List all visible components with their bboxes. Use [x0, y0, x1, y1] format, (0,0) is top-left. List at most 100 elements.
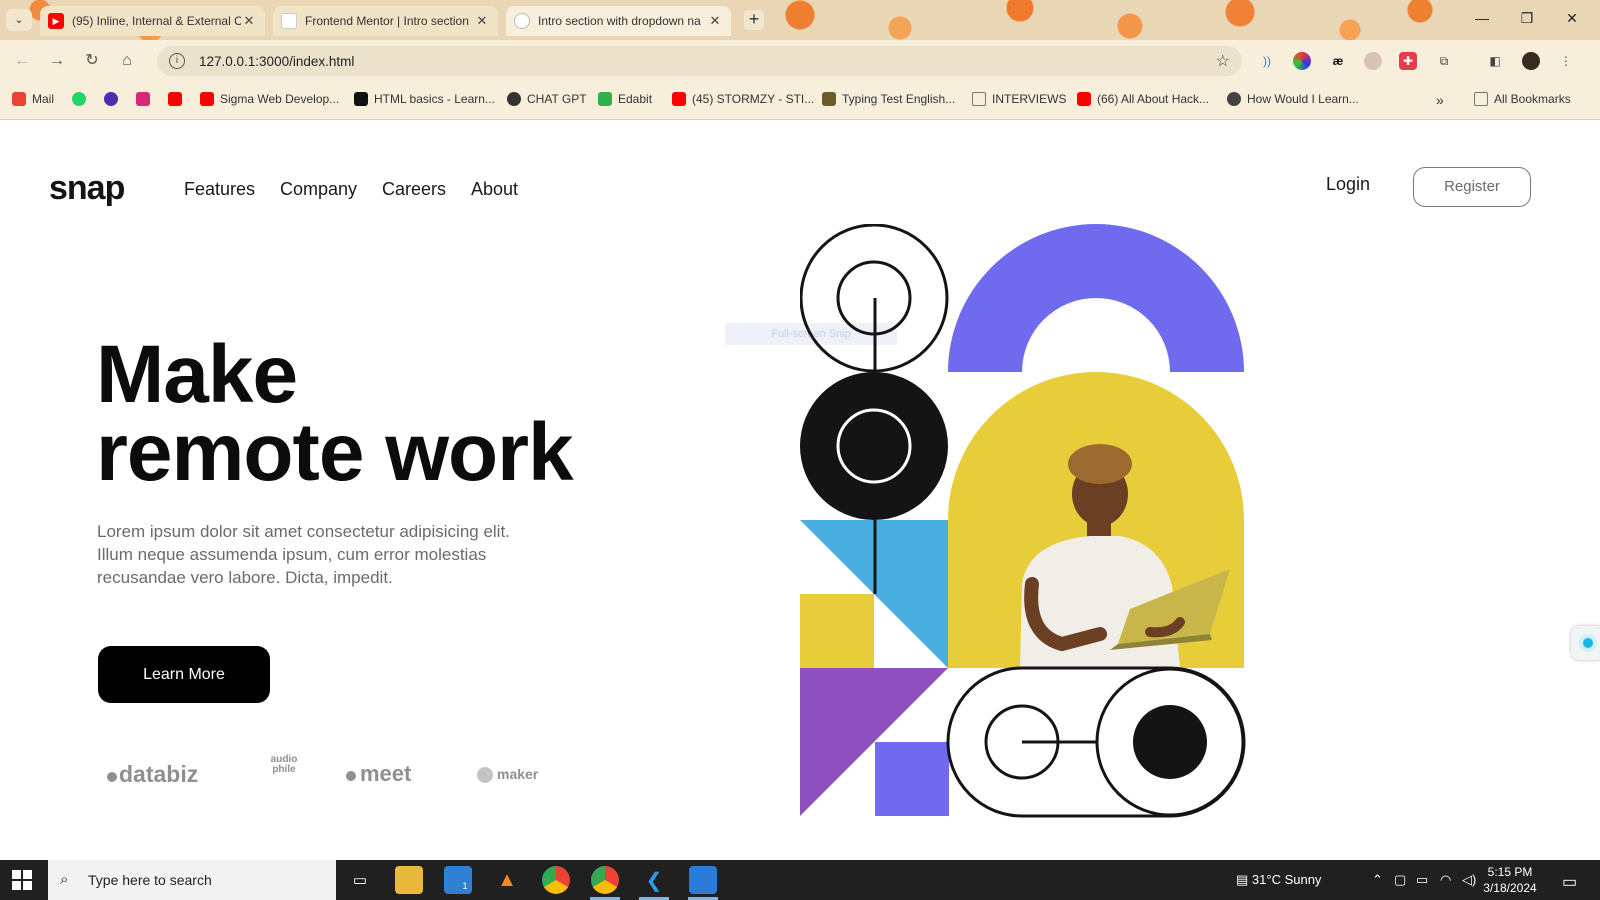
vlc-icon[interactable]: ▲ [493, 866, 521, 894]
bookmark-chatgpt[interactable]: CHAT GPT [507, 92, 587, 106]
ae-extension-icon[interactable]: æ [1329, 52, 1347, 70]
folder-icon [1474, 92, 1488, 106]
bookmark-hack[interactable]: (66) All About Hack... [1077, 92, 1209, 106]
hero-title-line: remote work [96, 407, 574, 498]
minimize-button[interactable]: — [1467, 10, 1497, 26]
home-icon[interactable]: ⌂ [117, 51, 137, 71]
bookmark-html-basics[interactable]: HTML basics - Learn... [354, 92, 495, 106]
bookmark-calendar[interactable] [104, 92, 124, 106]
youtube-icon [168, 92, 182, 106]
learn-more-button[interactable]: Learn More [98, 646, 270, 703]
address-bar[interactable]: i 127.0.0.1:3000/index.html ☆ [157, 46, 1242, 76]
floating-assistant-icon[interactable] [1571, 626, 1600, 660]
close-icon[interactable]: ✕ [707, 13, 723, 29]
bookmark-star-icon[interactable]: ☆ [1216, 51, 1230, 71]
yellow-square-shape [800, 594, 874, 668]
tab-search-button[interactable]: ⌄ [6, 9, 32, 31]
clock-time: 5:15 PM [1487, 865, 1533, 879]
restore-button[interactable]: ❐ [1512, 10, 1542, 27]
tab-title: Intro section with dropdown na [538, 14, 701, 28]
new-tab-button[interactable]: + [744, 10, 764, 30]
system-clock[interactable]: 5:15 PM 3/18/2024 [1475, 864, 1545, 896]
bookmark-label: Edabit [618, 92, 653, 106]
bookmark-typing-test[interactable]: Typing Test English... [822, 92, 955, 106]
hero-illustration [800, 224, 1246, 818]
tab-frontend-mentor[interactable]: Frontend Mentor | Intro section ✕ [273, 6, 498, 36]
site-info-icon[interactable]: i [169, 53, 185, 69]
maker-logo: maker [477, 766, 539, 784]
bookmark-sigma[interactable]: Sigma Web Develop... [200, 92, 339, 106]
close-icon[interactable]: ✕ [474, 13, 490, 29]
wifi-icon[interactable]: ◠ [1440, 872, 1451, 888]
nav-features[interactable]: Features [184, 179, 255, 200]
brand-name: maker [497, 766, 539, 782]
bookmark-edabit[interactable]: Edabit [598, 92, 652, 106]
vscode-icon[interactable]: ❮ [640, 866, 668, 894]
battery-icon[interactable]: ▭ [1416, 872, 1428, 888]
back-icon[interactable]: ← [12, 51, 32, 71]
black-dot-shape [1133, 705, 1207, 779]
meet-logo: meet [346, 761, 411, 787]
bookmark-youtube[interactable] [168, 92, 188, 106]
close-window-button[interactable]: ✕ [1557, 10, 1587, 27]
file-explorer-icon[interactable] [395, 866, 423, 894]
show-hidden-icons[interactable]: ⌃ [1372, 872, 1383, 888]
notification-icon[interactable]: ▭ [1562, 872, 1577, 892]
extension-icon[interactable]: )) [1258, 52, 1276, 70]
mail-badge: 1 [462, 881, 468, 891]
avatar-extension-icon[interactable] [1364, 52, 1382, 70]
black-disc-shape [800, 372, 948, 520]
forward-icon[interactable]: → [47, 51, 67, 71]
youtube-icon [672, 92, 686, 106]
side-panel-icon[interactable]: ◧ [1486, 52, 1504, 70]
bookmark-stormzy[interactable]: (45) STORMZY - STI... [672, 92, 814, 106]
instagram-icon [136, 92, 150, 106]
weather-icon: ▤ [1236, 872, 1252, 887]
bookmark-instagram[interactable] [136, 92, 156, 106]
nav-careers[interactable]: Careers [382, 179, 446, 200]
chrome-icon[interactable] [542, 866, 570, 894]
chrome-profile-icon[interactable] [591, 866, 619, 894]
bookmarks-bar: Mail Sigma Web Develop... HTML basics - … [0, 82, 1600, 120]
globe-icon [1227, 92, 1241, 106]
hero-description: Lorem ipsum dolor sit amet consectetur a… [97, 522, 510, 587]
bookmark-whatsapp[interactable] [72, 92, 92, 106]
taskbar-search-input[interactable]: ⌕ Type here to search [48, 860, 336, 900]
more-bookmarks-icon[interactable]: » [1436, 92, 1444, 108]
reload-icon[interactable]: ↻ [82, 51, 102, 71]
profile-avatar[interactable] [1522, 52, 1540, 70]
record-extension-icon[interactable]: ✚ [1399, 52, 1417, 70]
meet-now-icon[interactable]: ▢ [1394, 872, 1406, 888]
tab-youtube[interactable]: ▶ (95) Inline, Internal & External C ✕ [40, 6, 265, 36]
nav-about[interactable]: About [471, 179, 518, 200]
nav-company[interactable]: Company [280, 179, 357, 200]
windows-taskbar: ⌕ Type here to search ▭ 1 ▲ ❮ ▤ 31°C Sun… [0, 860, 1600, 900]
color-picker-extension-icon[interactable] [1293, 52, 1311, 70]
task-view-icon[interactable]: ▭ [346, 866, 374, 894]
bookmark-interviews[interactable]: INTERVIEWS [972, 92, 1066, 106]
weather-widget[interactable]: ▤ 31°C Sunny [1236, 872, 1321, 888]
all-bookmarks[interactable]: All Bookmarks [1474, 92, 1571, 106]
whatsapp-icon [72, 92, 86, 106]
mail-app-icon[interactable]: 1 [444, 866, 472, 894]
close-icon[interactable]: ✕ [241, 13, 257, 29]
clock-date: 3/18/2024 [1483, 881, 1537, 895]
register-button[interactable]: Register [1413, 167, 1531, 207]
bookmark-mail[interactable]: Mail [12, 92, 54, 106]
tab-intro-section[interactable]: Intro section with dropdown na ✕ [506, 6, 731, 36]
snap-logo[interactable]: snap [49, 169, 125, 208]
windows-start-icon[interactable] [12, 870, 32, 890]
typing-icon [822, 92, 836, 106]
bookmark-label: All Bookmarks [1494, 92, 1571, 106]
folder-icon [972, 92, 986, 106]
login-link[interactable]: Login [1326, 174, 1370, 195]
browser-toolbar: ← → ↻ ⌂ i 127.0.0.1:3000/index.html ☆ ))… [0, 40, 1600, 82]
bookmark-how-would-i-learn[interactable]: How Would I Learn... [1227, 92, 1359, 106]
bookmark-label: Typing Test English... [842, 92, 956, 106]
photos-icon[interactable] [689, 866, 717, 894]
extensions-puzzle-icon[interactable]: ⧉ [1435, 52, 1453, 70]
bookmark-label: Sigma Web Develop... [220, 92, 340, 106]
menu-kebab-icon[interactable]: ⋮ [1557, 52, 1575, 70]
purple-square-shape [875, 742, 949, 816]
openai-icon [507, 92, 521, 106]
